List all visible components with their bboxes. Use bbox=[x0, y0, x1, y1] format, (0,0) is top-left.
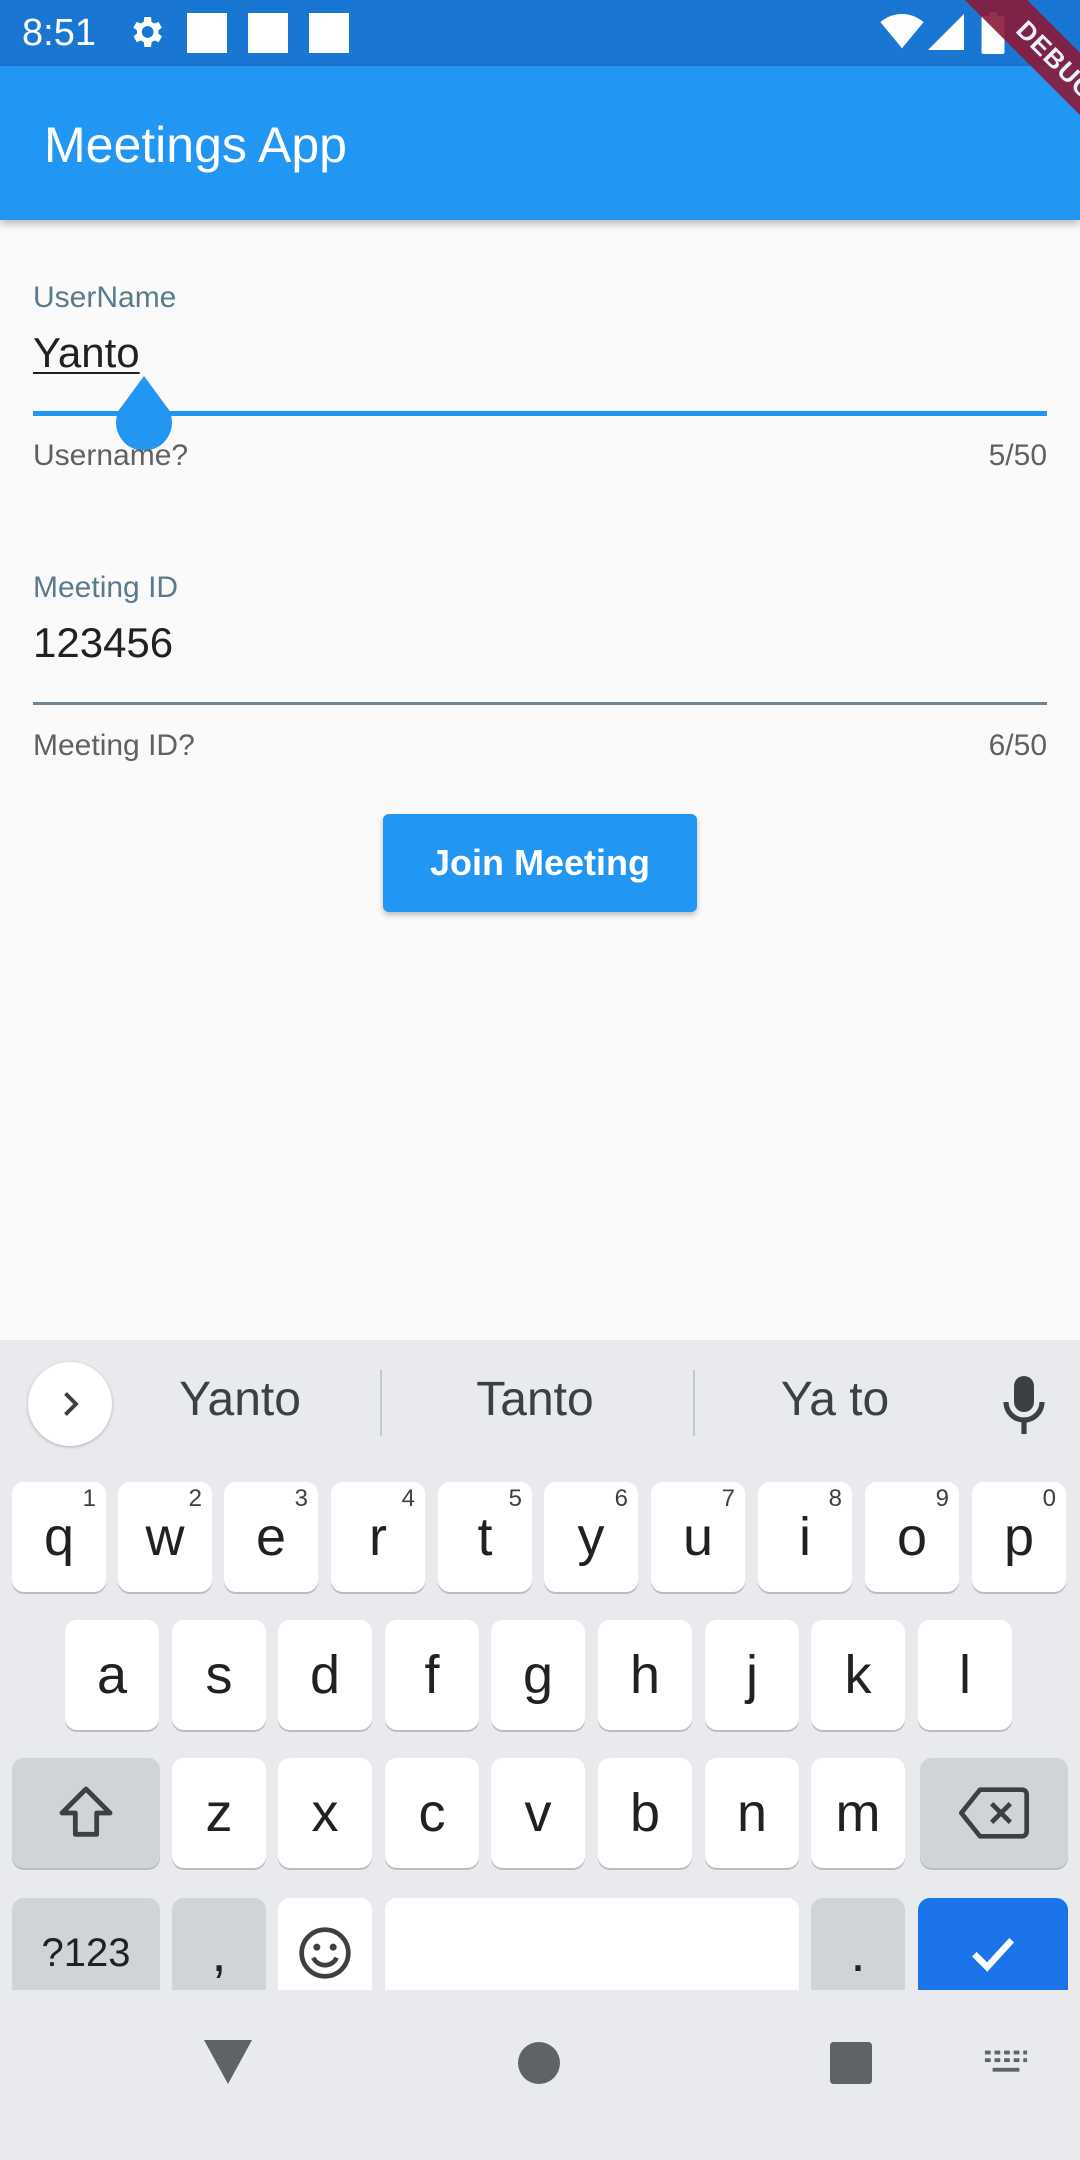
key-hint: 5 bbox=[508, 1485, 522, 1512]
key-a[interactable]: a bbox=[65, 1620, 159, 1730]
back-icon[interactable] bbox=[204, 2040, 252, 2084]
keyboard-switch-icon[interactable] bbox=[983, 2048, 1029, 2080]
key-label: p bbox=[1003, 1507, 1035, 1567]
key-g[interactable]: g bbox=[491, 1620, 585, 1730]
key-h[interactable]: h bbox=[598, 1620, 692, 1730]
join-meeting-button[interactable]: Join Meeting bbox=[383, 814, 697, 912]
notification-icon bbox=[187, 13, 227, 53]
home-icon[interactable] bbox=[518, 2042, 560, 2084]
username-counter: 5/50 bbox=[988, 439, 1047, 472]
key-t[interactable]: t5 bbox=[438, 1482, 532, 1592]
key-n[interactable]: n bbox=[705, 1758, 799, 1868]
key-hint: 6 bbox=[614, 1485, 628, 1512]
key-hint: 9 bbox=[935, 1485, 949, 1512]
key-c[interactable]: c bbox=[385, 1758, 479, 1868]
username-input[interactable]: Yanto bbox=[33, 328, 140, 378]
suggestion-bar: Yanto Tanto Ya to bbox=[0, 1340, 1080, 1468]
key-label: o bbox=[896, 1507, 928, 1567]
key-hint: 7 bbox=[721, 1485, 735, 1512]
key-label: t bbox=[477, 1507, 493, 1567]
key-label: y bbox=[577, 1507, 605, 1567]
suggestion-1[interactable]: Yanto bbox=[130, 1370, 350, 1430]
backspace-icon bbox=[959, 1787, 1029, 1839]
checkmark-icon bbox=[972, 1937, 1015, 1972]
key-i[interactable]: i8 bbox=[758, 1482, 852, 1592]
app-title: Meetings App bbox=[44, 117, 347, 173]
key-label: q bbox=[43, 1507, 75, 1567]
key-w[interactable]: w2 bbox=[118, 1482, 212, 1592]
key-hint: 4 bbox=[401, 1485, 415, 1512]
navigation-bar bbox=[0, 1990, 1080, 2160]
key-f[interactable]: f bbox=[385, 1620, 479, 1730]
suggestion-2[interactable]: Tanto bbox=[410, 1370, 660, 1430]
key-hint: 8 bbox=[828, 1485, 842, 1512]
notification-icon bbox=[248, 13, 288, 53]
status-bar: 8:51 bbox=[0, 0, 1080, 66]
emoji-icon bbox=[299, 1927, 351, 1979]
status-time: 8:51 bbox=[22, 12, 96, 54]
key-hint: 0 bbox=[1042, 1485, 1056, 1512]
wifi-icon bbox=[880, 14, 924, 49]
key-label: i bbox=[799, 1507, 811, 1567]
meeting-id-underline bbox=[33, 702, 1047, 705]
key-x[interactable]: x bbox=[278, 1758, 372, 1868]
chevron-right-icon bbox=[64, 1392, 79, 1416]
key-e[interactable]: e3 bbox=[224, 1482, 318, 1592]
gear-icon bbox=[133, 17, 162, 47]
app-bar: Meetings App bbox=[0, 66, 1080, 220]
key-l[interactable]: l bbox=[918, 1620, 1012, 1730]
battery-icon bbox=[981, 12, 1005, 54]
key-m[interactable]: m bbox=[811, 1758, 905, 1868]
key-d[interactable]: d bbox=[278, 1620, 372, 1730]
key-p[interactable]: p0 bbox=[972, 1482, 1066, 1592]
key-r[interactable]: r4 bbox=[331, 1482, 425, 1592]
key-v[interactable]: v bbox=[491, 1758, 585, 1868]
key-j[interactable]: j bbox=[705, 1620, 799, 1730]
key-b[interactable]: b bbox=[598, 1758, 692, 1868]
notification-icon bbox=[309, 13, 349, 53]
signal-icon bbox=[928, 14, 964, 50]
key-hint: 2 bbox=[188, 1485, 202, 1512]
meeting-id-input[interactable]: 123456 bbox=[33, 618, 173, 668]
key-z[interactable]: z bbox=[172, 1758, 266, 1868]
key-y[interactable]: y6 bbox=[544, 1482, 638, 1592]
username-underline bbox=[33, 411, 1047, 416]
key-o[interactable]: o9 bbox=[865, 1482, 959, 1592]
key-s[interactable]: s bbox=[172, 1620, 266, 1730]
meeting-id-counter: 6/50 bbox=[988, 729, 1047, 762]
microphone-icon[interactable] bbox=[1000, 1374, 1048, 1438]
key-u[interactable]: u7 bbox=[651, 1482, 745, 1592]
username-label: UserName bbox=[33, 281, 177, 314]
username-helper: Username? bbox=[33, 439, 189, 472]
meeting-id-helper: Meeting ID? bbox=[33, 729, 195, 762]
key-q[interactable]: q1 bbox=[12, 1482, 106, 1592]
meeting-id-label: Meeting ID bbox=[33, 571, 179, 604]
suggestion-3[interactable]: Ya to bbox=[715, 1370, 955, 1430]
username-field[interactable]: UserName Yanto Username? 5/50 bbox=[33, 280, 1047, 480]
backspace-key[interactable] bbox=[920, 1758, 1068, 1868]
key-label: u bbox=[682, 1507, 714, 1567]
key-label: w bbox=[145, 1507, 185, 1567]
shift-icon bbox=[59, 1786, 113, 1837]
shift-key[interactable] bbox=[12, 1758, 160, 1868]
suggestion-divider bbox=[380, 1370, 382, 1436]
key-hint: 1 bbox=[82, 1485, 96, 1512]
meeting-id-field[interactable]: Meeting ID 123456 Meeting ID? 6/50 bbox=[33, 570, 1047, 770]
key-hint: 3 bbox=[294, 1485, 308, 1512]
key-label: r bbox=[369, 1507, 387, 1567]
expand-toolbar-button[interactable] bbox=[28, 1362, 112, 1446]
recents-icon[interactable] bbox=[830, 2042, 872, 2084]
key-label: e bbox=[255, 1507, 287, 1567]
suggestion-divider bbox=[693, 1370, 695, 1436]
key-k[interactable]: k bbox=[811, 1620, 905, 1730]
